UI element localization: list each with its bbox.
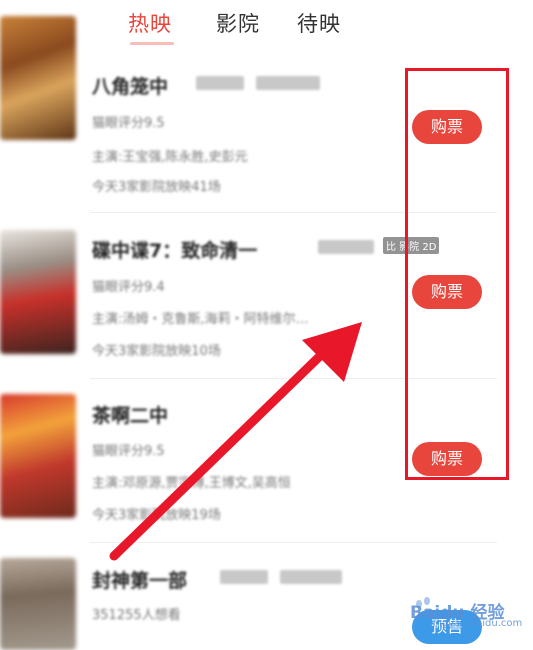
movie-title[interactable]: 茶啊二中 [92,401,168,428]
movie-title[interactable]: 封神第一部 [92,566,187,593]
movie-showtimes: 今天3家影院放映41场 [92,180,221,195]
tab-bar: 热映 影院 待映 [0,8,533,45]
format-badge [318,240,374,254]
active-tab-indicator [130,42,174,45]
format-badge [280,570,342,584]
movie-rating: 猫眼评分9.5 [92,444,165,459]
highlight-box [405,68,509,480]
format-badge [196,76,244,90]
movie-poster[interactable] [0,16,76,140]
movie-cast: 主演:王宝强,陈永胜,史彭元 [92,150,248,165]
movie-poster[interactable] [0,394,76,518]
movie-cast: 主演:邓原源,贾宇博,王博文,吴高恒 [92,476,291,491]
movie-title[interactable]: 碟中谍7：致命清一 [92,236,257,263]
movie-showtimes: 今天3家影院放映10场 [92,344,221,359]
movie-cast: 主演:汤姆・克鲁斯,海莉・阿特维尔… [92,312,309,327]
tab-coming-soon[interactable]: 待映 [297,8,341,38]
tab-cinemas[interactable]: 影院 [216,8,260,38]
movie-poster[interactable] [0,558,76,650]
movie-title[interactable]: 八角笼中 [92,72,168,99]
movie-rating: 猫眼评分9.4 [92,280,165,295]
movie-poster[interactable] [0,230,76,354]
movie-rating: 猫眼评分9.5 [92,116,165,131]
format-badge [220,570,268,584]
movie-want-to-see: 351255人想看 [92,608,181,623]
movie-showtimes: 今天3家影院放映19场 [92,508,221,523]
row-divider [90,542,497,543]
watermark-url: jingyan.baidu.com [430,618,523,629]
tab-now-showing[interactable]: 热映 [128,8,172,38]
format-badge [256,76,320,90]
